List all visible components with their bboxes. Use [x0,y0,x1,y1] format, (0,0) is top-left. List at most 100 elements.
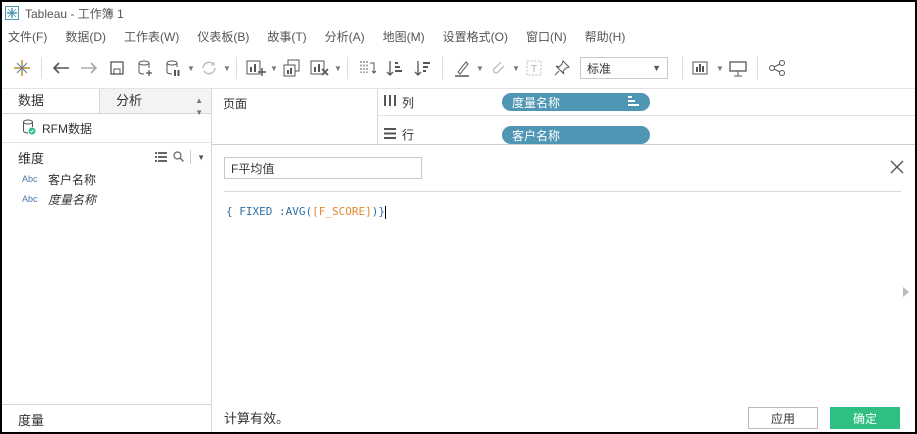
toolbar-separator [41,57,42,79]
text-cursor [384,205,386,219]
chevron-down-icon[interactable]: ▼ [270,64,278,73]
toolbar-separator [347,57,348,79]
sort-asc-icon[interactable] [381,54,409,82]
dimensions-tools: ▼ [155,150,205,165]
columns-shelf[interactable]: 列 度量名称 [378,89,915,116]
chevron-down-icon: ▼ [652,63,661,73]
menu-story[interactable]: 故事(T) [267,28,306,45]
toolbar-separator [757,57,758,79]
save-icon[interactable] [103,54,131,82]
chevron-down-icon[interactable]: ▼ [512,64,520,73]
menu-map[interactable]: 地图(M) [383,28,425,45]
chevron-down-icon[interactable]: ▼ [197,153,205,162]
measure-names-pill[interactable]: 度量名称 [502,93,650,111]
measures-header: 度量 [2,404,211,432]
menu-file[interactable]: 文件(F) [8,28,47,45]
dimension-field[interactable]: Abc 客户名称 [2,169,211,189]
dimensions-label: 维度 [18,150,45,166]
toolbar-separator [190,150,192,164]
close-icon[interactable] [889,159,905,175]
menu-data[interactable]: 数据(D) [65,28,106,45]
new-worksheet-icon[interactable] [242,54,270,82]
fit-select[interactable]: 标准 ▼ [580,57,668,79]
measures-label: 度量 [18,413,45,428]
sort-icon [628,95,640,109]
data-pane: 数据 分析 ▲ ▼ RFM数据 维度 ▼ Abc 客户名称 Abc 度量名称 度… [2,89,212,432]
formula-field-reference: [F_SCORE] [312,205,372,218]
ok-button[interactable]: 确定 [830,407,900,429]
string-type-icon: Abc [22,174,38,184]
presentation-icon[interactable] [724,54,752,82]
group-icon[interactable] [484,54,512,82]
data-pane-tabs: 数据 分析 ▲ ▼ [2,89,211,117]
back-icon[interactable] [47,54,75,82]
duplicate-icon[interactable] [278,54,306,82]
field-name: 客户名称 [48,172,97,187]
menu-format[interactable]: 设置格式(O) [443,28,508,45]
toolbar: ▼ ▼ ▼ ▼ ▼ ▼ T 标准 ▼ ▼ [2,48,915,89]
calculation-status: 计算有效。 [224,411,290,426]
rows-shelf-label: 行 [378,126,502,143]
highlight-icon[interactable] [448,54,476,82]
columns-label: 列 [402,95,415,110]
clear-sheet-icon[interactable] [306,54,334,82]
sort-arrows-icon: ▲ ▼ [195,96,203,117]
toolbar-separator [442,57,443,79]
datasource-icon [22,119,36,138]
menu-worksheet[interactable]: 工作表(W) [124,28,179,45]
formula-prefix: { FIXED :AVG( [226,205,313,218]
columns-shelf-label: 列 [378,94,502,111]
calculation-editor: F平均值 { FIXED :AVG([F_SCORE])} 计算有效。 应用 确… [212,144,915,432]
list-view-icon[interactable] [155,150,168,165]
apply-button[interactable]: 应用 [748,407,818,429]
chevron-down-icon[interactable]: ▼ [476,64,484,73]
pages-shelf[interactable]: 页面 [217,89,378,144]
dimension-field[interactable]: Abc 度量名称 [2,189,211,209]
fit-select-value: 标准 [587,61,612,76]
tableau-window: Tableau - 工作簿 1 文件(F) 数据(D) 工作表(W) 仪表板(B… [0,0,917,434]
field-name: 度量名称 [48,192,97,207]
chevron-down-icon[interactable]: ▼ [223,64,231,73]
toolbar-separator [682,57,683,79]
label-icon[interactable]: T [520,54,548,82]
datasource-item[interactable]: RFM数据 [2,114,211,143]
pill-label: 客户名称 [512,128,561,143]
chevron-down-icon[interactable]: ▼ [187,64,195,73]
tableau-home-icon[interactable] [8,54,36,82]
datasource-name: RFM数据 [42,121,92,136]
swap-icon[interactable] [353,54,381,82]
menu-help[interactable]: 帮助(H) [585,28,626,45]
title-bar: Tableau - 工作簿 1 [2,2,915,24]
pause-update-icon[interactable] [159,54,187,82]
sort-desc-icon[interactable] [409,54,437,82]
show-me-icon[interactable] [688,54,716,82]
menu-analysis[interactable]: 分析(A) [325,28,365,45]
rows-label: 行 [402,128,415,142]
chevron-down-icon[interactable]: ▼ [716,64,724,73]
calculation-name-value: F平均值 [231,161,275,176]
rows-shelf[interactable]: 行 客户名称 [378,122,915,144]
chevron-down-icon[interactable]: ▼ [334,64,342,73]
expand-arrow-icon[interactable] [903,287,909,297]
tab-analysis[interactable]: 分析 ▲ ▼ [100,89,211,117]
formula-suffix: )} [371,205,385,218]
search-icon[interactable] [173,150,185,165]
menu-dashboard[interactable]: 仪表板(B) [197,28,249,45]
tab-analysis-label: 分析 [116,93,143,108]
refresh-icon[interactable] [195,54,223,82]
menu-window[interactable]: 窗口(N) [526,28,567,45]
pill-label: 度量名称 [512,95,561,110]
pin-icon[interactable] [548,54,576,82]
columns-icon [384,95,396,109]
menu-bar: 文件(F) 数据(D) 工作表(W) 仪表板(B) 故事(T) 分析(A) 地图… [2,26,915,46]
tableau-logo-icon [5,6,19,20]
formula-editor[interactable]: { FIXED :AVG([F_SCORE])} [226,205,386,219]
dimensions-header: 维度 ▼ [2,145,211,169]
calculation-name-field[interactable]: F平均值 [224,157,422,179]
toolbar-separator [236,57,237,79]
forward-icon[interactable] [75,54,103,82]
tab-data[interactable]: 数据 [2,89,100,113]
share-icon[interactable] [763,54,791,82]
customer-name-pill[interactable]: 客户名称 [502,126,650,144]
new-datasource-icon[interactable] [131,54,159,82]
